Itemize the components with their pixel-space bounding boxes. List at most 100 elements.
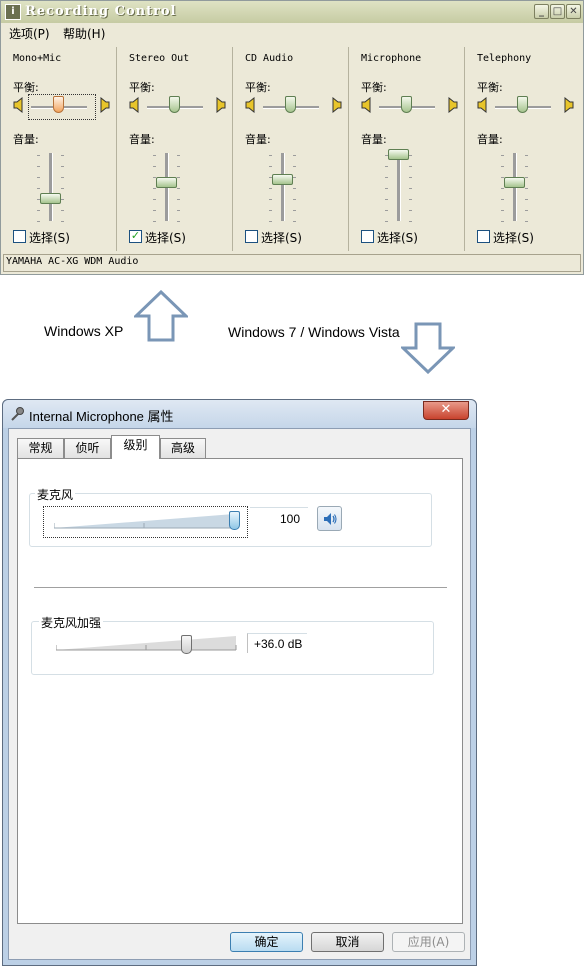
tick-mark: [37, 210, 40, 211]
boost-slider[interactable]: [56, 635, 238, 657]
balance-slider[interactable]: [169, 96, 180, 113]
channel-0: Mono+Mic 平衡: 音量: 选择(S): [1, 47, 117, 251]
left-speaker-icon: [129, 97, 139, 113]
tab-levels[interactable]: 级别: [111, 435, 160, 459]
tick-mark: [293, 177, 296, 178]
channel-name: Mono+Mic: [13, 53, 62, 64]
device-name: YAMAHA AC-XG WDM Audio: [6, 256, 139, 267]
tick-mark: [525, 188, 528, 189]
volume-track: [397, 153, 401, 221]
tick-mark: [177, 210, 180, 211]
tick-mark: [177, 166, 180, 167]
tick-mark: [293, 188, 296, 189]
right-speaker-icon: [100, 97, 110, 113]
tick-mark: [61, 199, 64, 200]
channel-3: Microphone 平衡: 音量: 选择(S): [349, 47, 465, 251]
microphone-slider-wedge: [54, 514, 235, 529]
select-checkbox[interactable]: [361, 230, 374, 243]
menu-bar: 选项(P) 帮助(H): [1, 23, 583, 43]
tick-mark: [525, 210, 528, 211]
tick-mark: [269, 210, 272, 211]
balance-slider[interactable]: [285, 96, 296, 113]
tab-general[interactable]: 常规: [17, 438, 64, 458]
tick-mark: [409, 177, 412, 178]
app-icon: i: [5, 4, 21, 20]
microphone-level-value: 100: [280, 512, 301, 526]
balance-label: 平衡:: [245, 81, 271, 94]
tick-mark: [409, 166, 412, 167]
select-checkbox[interactable]: [477, 230, 490, 243]
tick-mark: [269, 188, 272, 189]
volume-slider[interactable]: [272, 174, 293, 185]
dialog-title-bar: Internal Microphone 属性 ✕: [3, 400, 476, 428]
volume-label: 音量:: [477, 133, 503, 146]
tick-mark: [385, 188, 388, 189]
tick-mark: [409, 155, 412, 156]
volume-track: [49, 153, 53, 221]
tick-mark: [293, 199, 296, 200]
volume-slider[interactable]: [40, 193, 61, 204]
menu-help[interactable]: 帮助(H): [63, 25, 105, 42]
title-bar: i Recording Control _ □ ✕: [1, 1, 583, 23]
levels-panel: 麦克风 100 麦克风加强 +36.0 dB: [17, 458, 463, 924]
menu-options[interactable]: 选项(P): [9, 25, 50, 42]
volume-label: 音量:: [13, 133, 39, 146]
tick-mark: [177, 221, 180, 222]
microphone-slider-thumb[interactable]: [229, 511, 240, 530]
tick-mark: [385, 177, 388, 178]
tick-mark: [501, 166, 504, 167]
divider: [34, 587, 447, 588]
speaker-icon: [324, 513, 337, 525]
minimize-button[interactable]: _: [534, 4, 549, 19]
volume-track: [281, 153, 285, 221]
dialog-close-button[interactable]: ✕: [423, 401, 469, 420]
channel-4: Telephony 平衡: 音量: 选择(S): [465, 47, 581, 251]
tick-mark: [409, 221, 412, 222]
tick-mark: [153, 199, 156, 200]
balance-slider[interactable]: [401, 96, 412, 113]
channel-1: Stereo Out 平衡: 音量: ✓ 选择(S): [117, 47, 233, 251]
boost-slider-thumb[interactable]: [181, 635, 192, 654]
volume-slider[interactable]: [388, 149, 409, 160]
channel-name: CD Audio: [245, 53, 294, 64]
microphone-group-label: 麦克风: [35, 486, 76, 503]
select-checkbox[interactable]: [245, 230, 258, 243]
right-speaker-icon: [448, 97, 458, 113]
tick-mark: [177, 177, 180, 178]
tick-mark: [409, 188, 412, 189]
tick-mark: [153, 155, 156, 156]
tick-mark: [525, 155, 528, 156]
tick-mark: [525, 177, 528, 178]
mute-button[interactable]: [317, 506, 342, 531]
channel-name: Microphone: [361, 53, 422, 64]
ok-button[interactable]: 确定: [230, 932, 303, 952]
volume-slider[interactable]: [504, 177, 525, 188]
select-checkbox[interactable]: [13, 230, 26, 243]
right-speaker-icon: [332, 97, 342, 113]
tick-mark: [525, 166, 528, 167]
tick-mark: [293, 221, 296, 222]
volume-slider[interactable]: [156, 177, 177, 188]
left-speaker-icon: [477, 97, 487, 113]
tick-mark: [37, 221, 40, 222]
cancel-button[interactable]: 取消: [311, 932, 384, 952]
volume-label: 音量:: [129, 133, 155, 146]
select-label: 选择(S): [29, 231, 70, 245]
balance-slider[interactable]: [517, 96, 528, 113]
maximize-button[interactable]: □: [550, 4, 565, 19]
dialog-title: Internal Microphone 属性: [29, 409, 174, 424]
left-speaker-icon: [361, 97, 371, 113]
caption-windows-xp: Windows XP: [44, 323, 124, 339]
right-speaker-icon: [564, 97, 574, 113]
apply-button[interactable]: 应用(A): [392, 932, 465, 952]
tick-mark: [37, 188, 40, 189]
select-label: 选择(S): [145, 231, 186, 245]
select-label: 选择(S): [493, 231, 534, 245]
recording-control-window: i Recording Control _ □ ✕ 选项(P) 帮助(H) Mo…: [0, 0, 584, 275]
tab-advanced[interactable]: 高级: [160, 438, 206, 458]
tab-listen[interactable]: 侦听: [64, 438, 111, 458]
select-checkbox[interactable]: ✓: [129, 229, 142, 243]
microphone-slider[interactable]: [43, 506, 248, 538]
close-button[interactable]: ✕: [566, 4, 581, 19]
select-label: 选择(S): [377, 231, 418, 245]
